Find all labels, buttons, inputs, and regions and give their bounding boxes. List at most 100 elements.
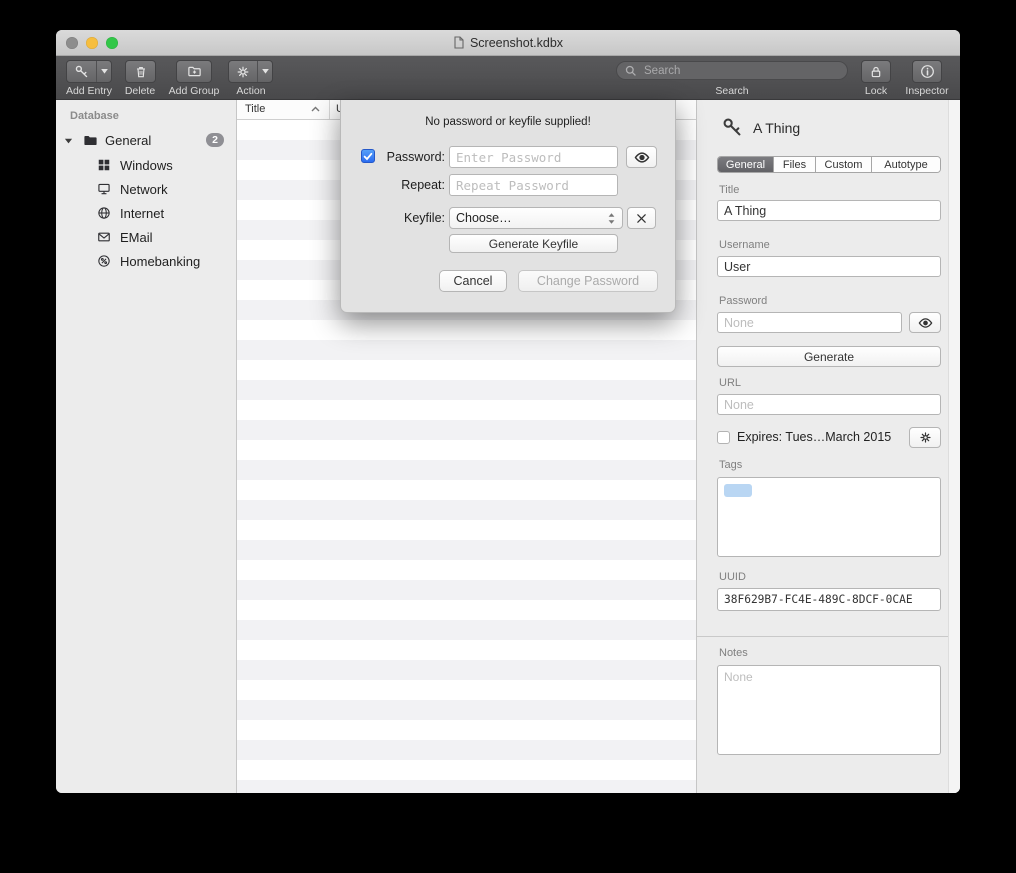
- sidebar-item-label: EMail: [120, 230, 153, 245]
- add-group-button[interactable]: [176, 60, 212, 83]
- window-title: Screenshot.kdbx: [453, 36, 563, 50]
- disclosure-triangle-icon[interactable]: [64, 136, 73, 145]
- tab-custom[interactable]: Custom: [816, 157, 872, 172]
- action-button[interactable]: [228, 60, 273, 83]
- show-password-button[interactable]: [626, 146, 657, 168]
- cancel-button[interactable]: Cancel: [439, 270, 507, 292]
- sidebar-item-homebanking[interactable]: Homebanking: [56, 249, 236, 273]
- gear-icon: [919, 431, 932, 444]
- titlebar: Screenshot.kdbx: [56, 30, 960, 56]
- tab-files[interactable]: Files: [774, 157, 816, 172]
- sidebar-item-label: Network: [120, 182, 168, 197]
- search-icon: [625, 65, 637, 77]
- change-password-sheet: No password or keyfile supplied! Passwor…: [340, 100, 676, 313]
- inspector-scrollbar[interactable]: [948, 100, 960, 793]
- eye-icon: [918, 317, 933, 329]
- sidebar-section-header: Database: [70, 110, 119, 122]
- show-password-button[interactable]: [909, 312, 941, 333]
- generate-password-button[interactable]: Generate: [717, 346, 941, 367]
- generate-keyfile-button[interactable]: Generate Keyfile: [449, 234, 618, 253]
- inspector-button[interactable]: [912, 60, 942, 83]
- uuid-label: UUID: [719, 571, 746, 583]
- generate-password-label: Generate: [804, 350, 854, 364]
- sidebar: Database General 2 Windows Network: [56, 100, 237, 793]
- inspector-divider: [697, 636, 949, 637]
- tag-chip[interactable]: [724, 484, 752, 497]
- column-separator[interactable]: [329, 100, 330, 119]
- sidebar-item-email[interactable]: EMail: [56, 225, 236, 249]
- title-field-label: Title: [719, 184, 739, 196]
- add-entry-button[interactable]: [66, 60, 112, 83]
- document-icon: [453, 36, 465, 49]
- sheet-password-input[interactable]: [449, 146, 618, 168]
- url-field[interactable]: [717, 394, 941, 415]
- lock-button[interactable]: [861, 60, 891, 83]
- add-entry-label: Add Entry: [66, 85, 112, 97]
- tags-label: Tags: [719, 459, 742, 471]
- clear-keyfile-button[interactable]: [627, 207, 656, 229]
- expires-checkbox[interactable]: [717, 431, 730, 444]
- key-icon: [67, 61, 96, 82]
- toolbar: Add Entry Delete Add Group Action: [56, 56, 960, 100]
- sheet-message: No password or keyfile supplied!: [341, 116, 675, 128]
- tags-box[interactable]: [717, 477, 941, 557]
- lock-icon: [862, 61, 890, 82]
- change-password-label: Change Password: [537, 274, 639, 288]
- window-title-text: Screenshot.kdbx: [470, 36, 563, 50]
- tab-general[interactable]: General: [718, 157, 774, 172]
- sheet-repeat-input[interactable]: [449, 174, 618, 196]
- info-icon: [913, 61, 941, 82]
- sidebar-item-windows[interactable]: Windows: [56, 153, 236, 177]
- delete-button[interactable]: [125, 60, 156, 83]
- notes-field[interactable]: [717, 665, 941, 755]
- globe-icon: [97, 206, 111, 220]
- inspector-tabs: General Files Custom Autotype: [717, 156, 941, 173]
- chevron-down-icon: [96, 61, 111, 82]
- key-icon: [721, 116, 743, 138]
- inspector-label: Inspector: [905, 85, 948, 97]
- folder-plus-icon: [177, 61, 211, 82]
- column-header-title[interactable]: Title: [245, 103, 265, 115]
- username-field[interactable]: [717, 256, 941, 277]
- window-zoom-button[interactable]: [106, 37, 118, 49]
- change-password-button[interactable]: Change Password: [518, 270, 658, 292]
- search-box: [616, 61, 848, 80]
- popup-stepper-icon: [607, 212, 616, 225]
- sidebar-item-label: Windows: [120, 158, 173, 173]
- expires-settings-button[interactable]: [909, 427, 941, 448]
- sidebar-item-label: General: [105, 133, 151, 148]
- title-field[interactable]: [717, 200, 941, 221]
- folder-icon: [83, 133, 98, 148]
- window-minimize-button[interactable]: [86, 37, 98, 49]
- search-label: Search: [715, 85, 748, 97]
- sort-ascending-icon[interactable]: [311, 106, 320, 112]
- eye-icon: [634, 151, 650, 164]
- lock-label: Lock: [865, 85, 887, 97]
- username-field-label: Username: [719, 239, 770, 251]
- gear-icon: [229, 61, 257, 82]
- cancel-label: Cancel: [454, 274, 493, 288]
- password-checkbox[interactable]: [361, 149, 375, 163]
- keyfile-popup[interactable]: Choose…: [449, 207, 623, 229]
- generate-keyfile-label: Generate Keyfile: [489, 237, 578, 251]
- expires-label: Expires: Tues…March 2015: [737, 430, 891, 444]
- trash-icon: [126, 61, 155, 82]
- repeat-label: Repeat:: [379, 178, 445, 192]
- sidebar-item-internet[interactable]: Internet: [56, 201, 236, 225]
- traffic-lights: [66, 37, 118, 49]
- password-field[interactable]: [717, 312, 902, 333]
- sidebar-item-network[interactable]: Network: [56, 177, 236, 201]
- password-field-label: Password: [719, 295, 767, 307]
- password-label: Password:: [379, 150, 445, 164]
- uuid-field[interactable]: [717, 588, 941, 611]
- entry-title: A Thing: [753, 120, 800, 136]
- mail-icon: [97, 230, 111, 244]
- sidebar-item-label: Homebanking: [120, 254, 200, 269]
- search-input[interactable]: [642, 64, 839, 78]
- inspector-panel: A Thing General Files Custom Autotype Ti…: [696, 100, 960, 793]
- count-badge: 2: [206, 133, 224, 147]
- window-close-button[interactable]: [66, 37, 78, 49]
- tab-autotype[interactable]: Autotype: [872, 157, 940, 172]
- sidebar-item-general[interactable]: General 2: [56, 128, 236, 152]
- notes-label: Notes: [719, 647, 748, 659]
